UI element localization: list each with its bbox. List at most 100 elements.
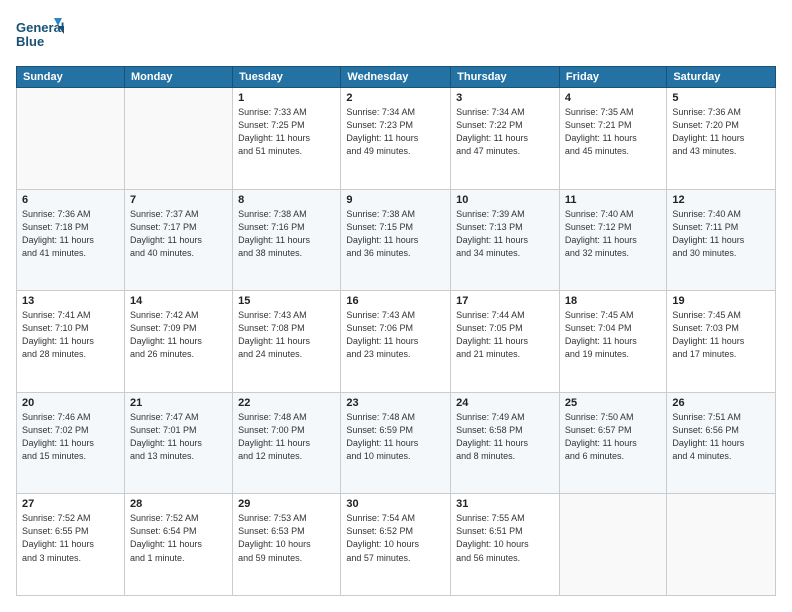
day-number: 16 (346, 295, 445, 307)
calendar-cell: 29 Sunrise: 7:53 AM Sunset: 6:53 PM Dayli… (233, 494, 341, 596)
calendar-cell: 30Sunrise: 7:54 AM Sunset: 6:52 PM Dayli… (341, 494, 451, 596)
calendar-cell: 8 Sunrise: 7:38 AM Sunset: 7:16 PM Daylig… (233, 189, 341, 291)
day-info: Sunrise: 7:40 AM Sunset: 7:11 PM Dayligh… (672, 208, 770, 260)
week-row-4: 20 Sunrise: 7:46 AM Sunset: 7:02 PM Dayli… (17, 392, 776, 494)
day-number: 20 (22, 397, 119, 409)
calendar-cell: 6 Sunrise: 7:36 AM Sunset: 7:18 PM Daylig… (17, 189, 125, 291)
weekday-header-row: SundayMondayTuesdayWednesdayThursdayFrid… (17, 67, 776, 88)
calendar-cell: 31Sunrise: 7:55 AM Sunset: 6:51 PM Dayli… (451, 494, 560, 596)
day-number: 4 (565, 92, 661, 104)
day-info: Sunrise: 7:34 AM Sunset: 7:23 PM Dayligh… (346, 106, 445, 158)
day-info: Sunrise: 7:33 AM Sunset: 7:25 PM Dayligh… (238, 106, 335, 158)
day-info: Sunrise: 7:34 AM Sunset: 7:22 PM Dayligh… (456, 106, 554, 158)
day-info: Sunrise: 7:48 AM Sunset: 6:59 PM Dayligh… (346, 411, 445, 463)
weekday-header-friday: Friday (559, 67, 666, 88)
day-info: Sunrise: 7:53 AM Sunset: 6:53 PM Dayligh… (238, 512, 335, 564)
svg-text:Blue: Blue (16, 34, 44, 49)
calendar-cell (17, 88, 125, 190)
day-info: Sunrise: 7:50 AM Sunset: 6:57 PM Dayligh… (565, 411, 661, 463)
calendar-cell (667, 494, 776, 596)
day-info: Sunrise: 7:54 AM Sunset: 6:52 PM Dayligh… (346, 512, 445, 564)
calendar-cell: 14Sunrise: 7:42 AM Sunset: 7:09 PM Dayli… (124, 291, 232, 393)
calendar-cell: 10 Sunrise: 7:39 AM Sunset: 7:13 PM Dayli… (451, 189, 560, 291)
day-info: Sunrise: 7:49 AM Sunset: 6:58 PM Dayligh… (456, 411, 554, 463)
calendar-cell: 17 Sunrise: 7:44 AM Sunset: 7:05 PM Dayli… (451, 291, 560, 393)
day-number: 29 (238, 498, 335, 510)
day-info: Sunrise: 7:45 AM Sunset: 7:03 PM Dayligh… (672, 309, 770, 361)
day-number: 17 (456, 295, 554, 307)
day-number: 19 (672, 295, 770, 307)
day-info: Sunrise: 7:45 AM Sunset: 7:04 PM Dayligh… (565, 309, 661, 361)
day-info: Sunrise: 7:35 AM Sunset: 7:21 PM Dayligh… (565, 106, 661, 158)
calendar-cell: 9 Sunrise: 7:38 AM Sunset: 7:15 PM Daylig… (341, 189, 451, 291)
calendar-cell: 3 Sunrise: 7:34 AM Sunset: 7:22 PM Daylig… (451, 88, 560, 190)
calendar-table: SundayMondayTuesdayWednesdayThursdayFrid… (16, 66, 776, 596)
day-number: 28 (130, 498, 227, 510)
day-number: 26 (672, 397, 770, 409)
day-number: 3 (456, 92, 554, 104)
day-number: 8 (238, 194, 335, 206)
weekday-header-sunday: Sunday (17, 67, 125, 88)
day-info: Sunrise: 7:40 AM Sunset: 7:12 PM Dayligh… (565, 208, 661, 260)
calendar-cell: 20 Sunrise: 7:46 AM Sunset: 7:02 PM Dayli… (17, 392, 125, 494)
day-number: 25 (565, 397, 661, 409)
day-info: Sunrise: 7:52 AM Sunset: 6:54 PM Dayligh… (130, 512, 227, 564)
day-info: Sunrise: 7:51 AM Sunset: 6:56 PM Dayligh… (672, 411, 770, 463)
day-number: 18 (565, 295, 661, 307)
calendar-cell: 23 Sunrise: 7:48 AM Sunset: 6:59 PM Dayli… (341, 392, 451, 494)
weekday-header-wednesday: Wednesday (341, 67, 451, 88)
calendar-cell: 15 Sunrise: 7:43 AM Sunset: 7:08 PM Dayli… (233, 291, 341, 393)
logo-svg: GeneralBlue (16, 16, 66, 56)
day-info: Sunrise: 7:43 AM Sunset: 7:08 PM Dayligh… (238, 309, 335, 361)
calendar-cell: 27 Sunrise: 7:52 AM Sunset: 6:55 PM Dayli… (17, 494, 125, 596)
calendar-cell: 11Sunrise: 7:40 AM Sunset: 7:12 PM Dayli… (559, 189, 666, 291)
day-info: Sunrise: 7:42 AM Sunset: 7:09 PM Dayligh… (130, 309, 227, 361)
day-info: Sunrise: 7:36 AM Sunset: 7:20 PM Dayligh… (672, 106, 770, 158)
calendar-cell: 28 Sunrise: 7:52 AM Sunset: 6:54 PM Dayli… (124, 494, 232, 596)
calendar-cell: 21 Sunrise: 7:47 AM Sunset: 7:01 PM Dayli… (124, 392, 232, 494)
day-info: Sunrise: 7:44 AM Sunset: 7:05 PM Dayligh… (456, 309, 554, 361)
calendar-cell (559, 494, 666, 596)
day-info: Sunrise: 7:38 AM Sunset: 7:16 PM Dayligh… (238, 208, 335, 260)
day-number: 5 (672, 92, 770, 104)
day-number: 23 (346, 397, 445, 409)
day-info: Sunrise: 7:41 AM Sunset: 7:10 PM Dayligh… (22, 309, 119, 361)
day-number: 10 (456, 194, 554, 206)
calendar-cell: 19 Sunrise: 7:45 AM Sunset: 7:03 PM Dayli… (667, 291, 776, 393)
day-info: Sunrise: 7:52 AM Sunset: 6:55 PM Dayligh… (22, 512, 119, 564)
day-number: 1 (238, 92, 335, 104)
day-info: Sunrise: 7:46 AM Sunset: 7:02 PM Dayligh… (22, 411, 119, 463)
day-number: 31 (456, 498, 554, 510)
calendar-body: 1 Sunrise: 7:33 AM Sunset: 7:25 PM Daylig… (17, 88, 776, 596)
day-info: Sunrise: 7:39 AM Sunset: 7:13 PM Dayligh… (456, 208, 554, 260)
day-info: Sunrise: 7:37 AM Sunset: 7:17 PM Dayligh… (130, 208, 227, 260)
weekday-header-monday: Monday (124, 67, 232, 88)
day-info: Sunrise: 7:48 AM Sunset: 7:00 PM Dayligh… (238, 411, 335, 463)
week-row-2: 6 Sunrise: 7:36 AM Sunset: 7:18 PM Daylig… (17, 189, 776, 291)
day-number: 21 (130, 397, 227, 409)
calendar-cell: 22Sunrise: 7:48 AM Sunset: 7:00 PM Dayli… (233, 392, 341, 494)
day-info: Sunrise: 7:36 AM Sunset: 7:18 PM Dayligh… (22, 208, 119, 260)
calendar-cell: 2 Sunrise: 7:34 AM Sunset: 7:23 PM Daylig… (341, 88, 451, 190)
day-number: 6 (22, 194, 119, 206)
calendar-cell (124, 88, 232, 190)
day-number: 2 (346, 92, 445, 104)
calendar-cell: 1 Sunrise: 7:33 AM Sunset: 7:25 PM Daylig… (233, 88, 341, 190)
calendar-cell: 12Sunrise: 7:40 AM Sunset: 7:11 PM Dayli… (667, 189, 776, 291)
day-info: Sunrise: 7:38 AM Sunset: 7:15 PM Dayligh… (346, 208, 445, 260)
calendar-cell: 5 Sunrise: 7:36 AM Sunset: 7:20 PM Daylig… (667, 88, 776, 190)
day-number: 15 (238, 295, 335, 307)
header: GeneralBlue (16, 16, 776, 56)
calendar-cell: 24Sunrise: 7:49 AM Sunset: 6:58 PM Dayli… (451, 392, 560, 494)
calendar-cell: 16 Sunrise: 7:43 AM Sunset: 7:06 PM Dayli… (341, 291, 451, 393)
calendar-cell: 18 Sunrise: 7:45 AM Sunset: 7:04 PM Dayli… (559, 291, 666, 393)
week-row-5: 27 Sunrise: 7:52 AM Sunset: 6:55 PM Dayli… (17, 494, 776, 596)
day-info: Sunrise: 7:43 AM Sunset: 7:06 PM Dayligh… (346, 309, 445, 361)
day-info: Sunrise: 7:47 AM Sunset: 7:01 PM Dayligh… (130, 411, 227, 463)
weekday-header-saturday: Saturday (667, 67, 776, 88)
week-row-3: 13Sunrise: 7:41 AM Sunset: 7:10 PM Dayli… (17, 291, 776, 393)
calendar-cell: 7Sunrise: 7:37 AM Sunset: 7:17 PM Daylig… (124, 189, 232, 291)
day-number: 9 (346, 194, 445, 206)
weekday-header-tuesday: Tuesday (233, 67, 341, 88)
day-number: 27 (22, 498, 119, 510)
